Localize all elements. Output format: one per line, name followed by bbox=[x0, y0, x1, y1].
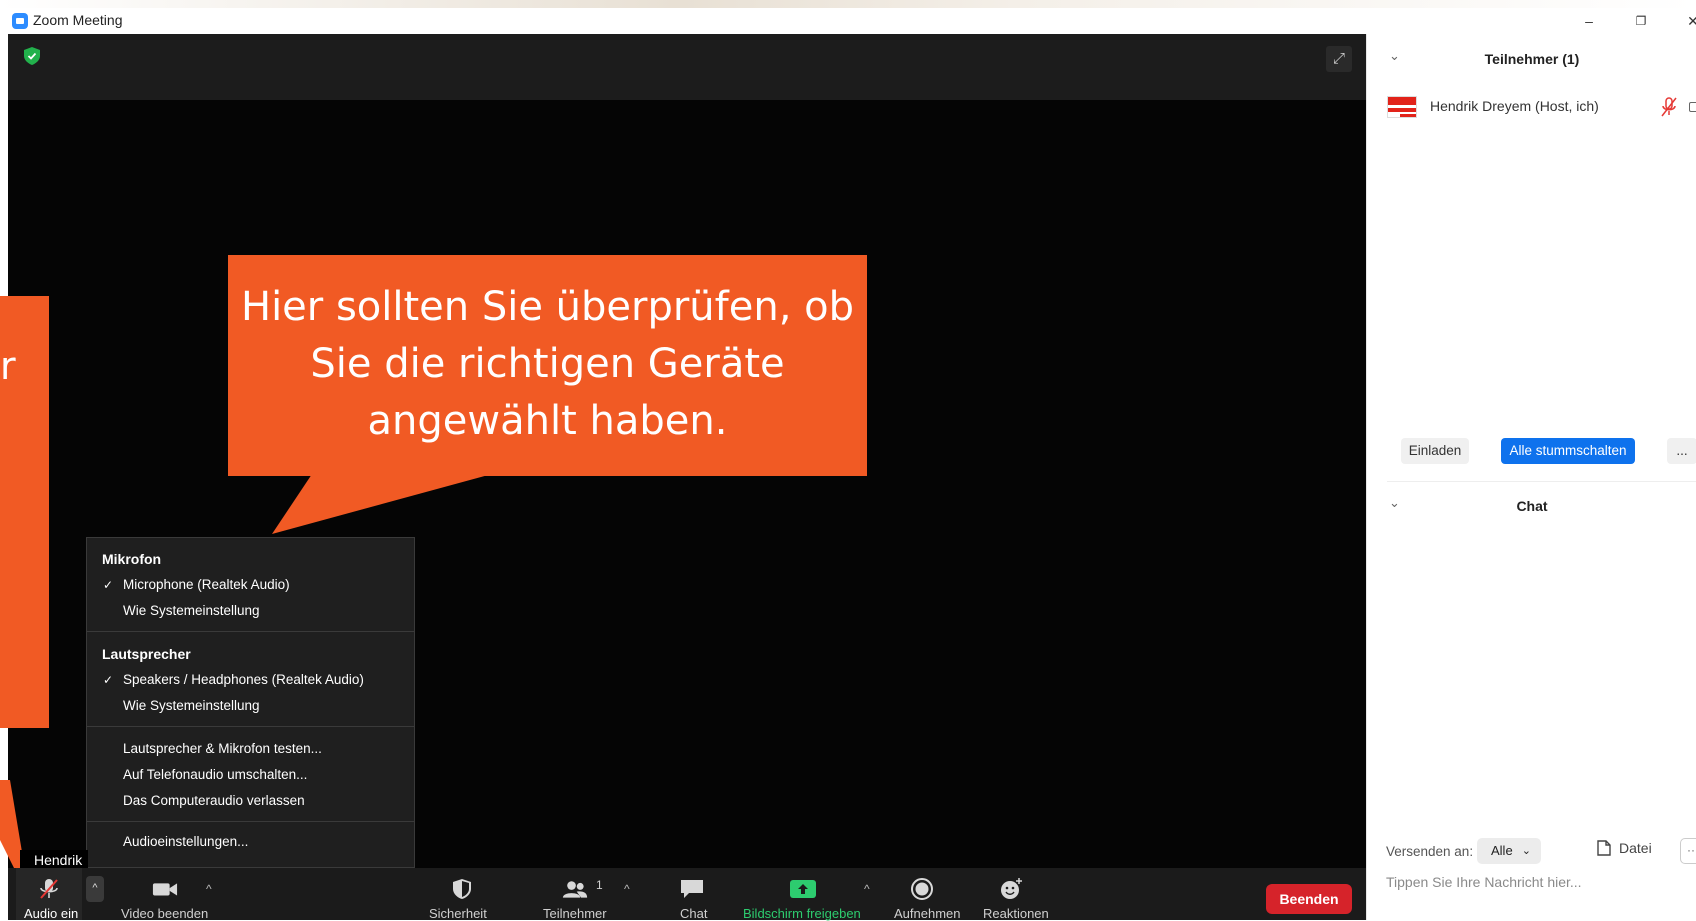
reactions-emoji-icon bbox=[1001, 878, 1022, 899]
panel-divider bbox=[1387, 481, 1696, 482]
menu-item-phone-audio[interactable]: Auf Telefonaudio umschalten... bbox=[123, 767, 307, 782]
meeting-top-bar: ⤢ bbox=[8, 34, 1366, 100]
file-icon bbox=[1597, 840, 1611, 856]
invite-button[interactable]: Einladen bbox=[1401, 438, 1469, 464]
record-button[interactable]: Aufnehmen bbox=[884, 868, 961, 921]
menu-divider bbox=[87, 631, 414, 632]
reactions-label: Reaktionen bbox=[983, 906, 1049, 921]
video-off-icon[interactable] bbox=[1689, 102, 1696, 112]
participant-name-tag: Hendrik bbox=[20, 850, 89, 870]
left-callout: r bbox=[0, 296, 49, 728]
participant-name: Hendrik Dreyem (Host, ich) bbox=[1430, 98, 1599, 114]
mic-muted-icon[interactable] bbox=[1659, 96, 1679, 118]
audio-options-caret[interactable]: ^ bbox=[86, 876, 104, 902]
participant-row[interactable]: Hendrik Dreyem (Host, ich) bbox=[1367, 90, 1696, 126]
security-shield-icon bbox=[453, 879, 471, 899]
file-button[interactable]: Datei bbox=[1597, 840, 1652, 856]
speaker-section-header: Lautsprecher bbox=[102, 646, 191, 662]
chat-label: Chat bbox=[680, 906, 708, 921]
participants-icon bbox=[562, 881, 588, 898]
video-camera-icon bbox=[152, 883, 178, 896]
send-to-label: Versenden an: bbox=[1386, 844, 1474, 859]
fullscreen-icon[interactable]: ⤢ bbox=[1326, 46, 1352, 72]
video-button[interactable]: Video beenden bbox=[116, 868, 216, 921]
title-bar: Zoom Meeting – ❐ ✕ bbox=[0, 8, 1696, 34]
share-options-caret[interactable]: ^ bbox=[864, 882, 870, 896]
security-button[interactable]: Sicherheit bbox=[422, 868, 502, 921]
meeting-toolbar: Audio ein ^ Video beenden ^ Sicherheit 1… bbox=[8, 868, 1366, 921]
menu-item-speaker-realtek[interactable]: Speakers / Headphones (Realtek Audio) bbox=[123, 672, 364, 687]
video-label: Video beenden bbox=[121, 906, 209, 921]
participants-button[interactable]: 1 Teilnehmer bbox=[538, 868, 618, 921]
menu-item-test-audio[interactable]: Lautsprecher & Mikrofon testen... bbox=[123, 741, 322, 756]
menu-item-leave-audio[interactable]: Das Computeraudio verlassen bbox=[123, 793, 305, 808]
side-panel: ⌄ Teilnehmer (1) Hendrik Dreyem (Host, i… bbox=[1366, 34, 1696, 920]
participants-label: Teilnehmer bbox=[543, 906, 607, 921]
left-callout-text: r bbox=[0, 344, 16, 388]
mute-all-button[interactable]: Alle stummschalten bbox=[1501, 438, 1635, 464]
mic-muted-icon bbox=[40, 879, 58, 899]
main-callout: Hier sollten Sie überprüfen, ob Sie die … bbox=[228, 255, 867, 476]
menu-item-speaker-system[interactable]: Wie Systemeinstellung bbox=[123, 698, 260, 713]
avatar bbox=[1387, 96, 1417, 118]
security-label: Sicherheit bbox=[429, 906, 487, 921]
audio-options-menu: Mikrofon ✓ Microphone (Realtek Audio) Wi… bbox=[86, 537, 415, 868]
menu-item-audio-settings[interactable]: Audioeinstellungen... bbox=[123, 834, 248, 849]
menu-item-mic-system[interactable]: Wie Systemeinstellung bbox=[123, 603, 260, 618]
check-icon: ✓ bbox=[103, 578, 114, 592]
minimize-button[interactable]: – bbox=[1566, 8, 1612, 34]
share-screen-icon bbox=[790, 880, 816, 898]
window-top-strip bbox=[0, 0, 1696, 8]
restore-button[interactable]: ❐ bbox=[1618, 8, 1664, 34]
audio-button[interactable]: Audio ein bbox=[16, 868, 82, 921]
zoom-app-icon bbox=[12, 13, 28, 29]
chat-more-button[interactable]: ··· bbox=[1680, 838, 1696, 864]
audio-label: Audio ein bbox=[24, 906, 79, 921]
encryption-shield-icon[interactable] bbox=[24, 47, 40, 65]
main-callout-tail bbox=[272, 474, 492, 534]
window-title: Zoom Meeting bbox=[33, 12, 123, 28]
reactions-button[interactable]: Reaktionen bbox=[972, 868, 1052, 921]
share-screen-label: Bildschirm freigeben bbox=[743, 906, 861, 921]
menu-item-mic-realtek[interactable]: Microphone (Realtek Audio) bbox=[123, 577, 290, 592]
menu-divider bbox=[87, 821, 414, 822]
end-meeting-button[interactable]: Beenden bbox=[1266, 884, 1352, 914]
close-button[interactable]: ✕ bbox=[1670, 8, 1696, 34]
chat-button[interactable]: Chat bbox=[660, 868, 724, 921]
more-options-button[interactable]: ... bbox=[1667, 438, 1696, 464]
video-options-caret[interactable]: ^ bbox=[206, 882, 212, 896]
check-icon: ✓ bbox=[103, 673, 114, 687]
participants-options-caret[interactable]: ^ bbox=[624, 882, 630, 896]
participants-panel-title: Teilnehmer (1) bbox=[1484, 51, 1580, 67]
chat-message-input[interactable]: Tippen Sie Ihre Nachricht hier... bbox=[1386, 874, 1582, 890]
share-screen-button[interactable]: Bildschirm freigeben bbox=[738, 868, 868, 921]
record-icon bbox=[911, 878, 933, 900]
menu-divider bbox=[87, 726, 414, 727]
send-to-value: Alle bbox=[1491, 843, 1513, 858]
chat-panel-title: Chat bbox=[1516, 498, 1548, 514]
mic-section-header: Mikrofon bbox=[102, 551, 162, 567]
file-label: Datei bbox=[1619, 840, 1652, 856]
send-to-select[interactable]: Alle ⌄ bbox=[1477, 838, 1541, 864]
record-label: Aufnehmen bbox=[894, 906, 961, 921]
participants-count: 1 bbox=[596, 878, 603, 892]
chevron-down-icon: ⌄ bbox=[1521, 845, 1531, 857]
chat-bubble-icon bbox=[681, 880, 703, 898]
